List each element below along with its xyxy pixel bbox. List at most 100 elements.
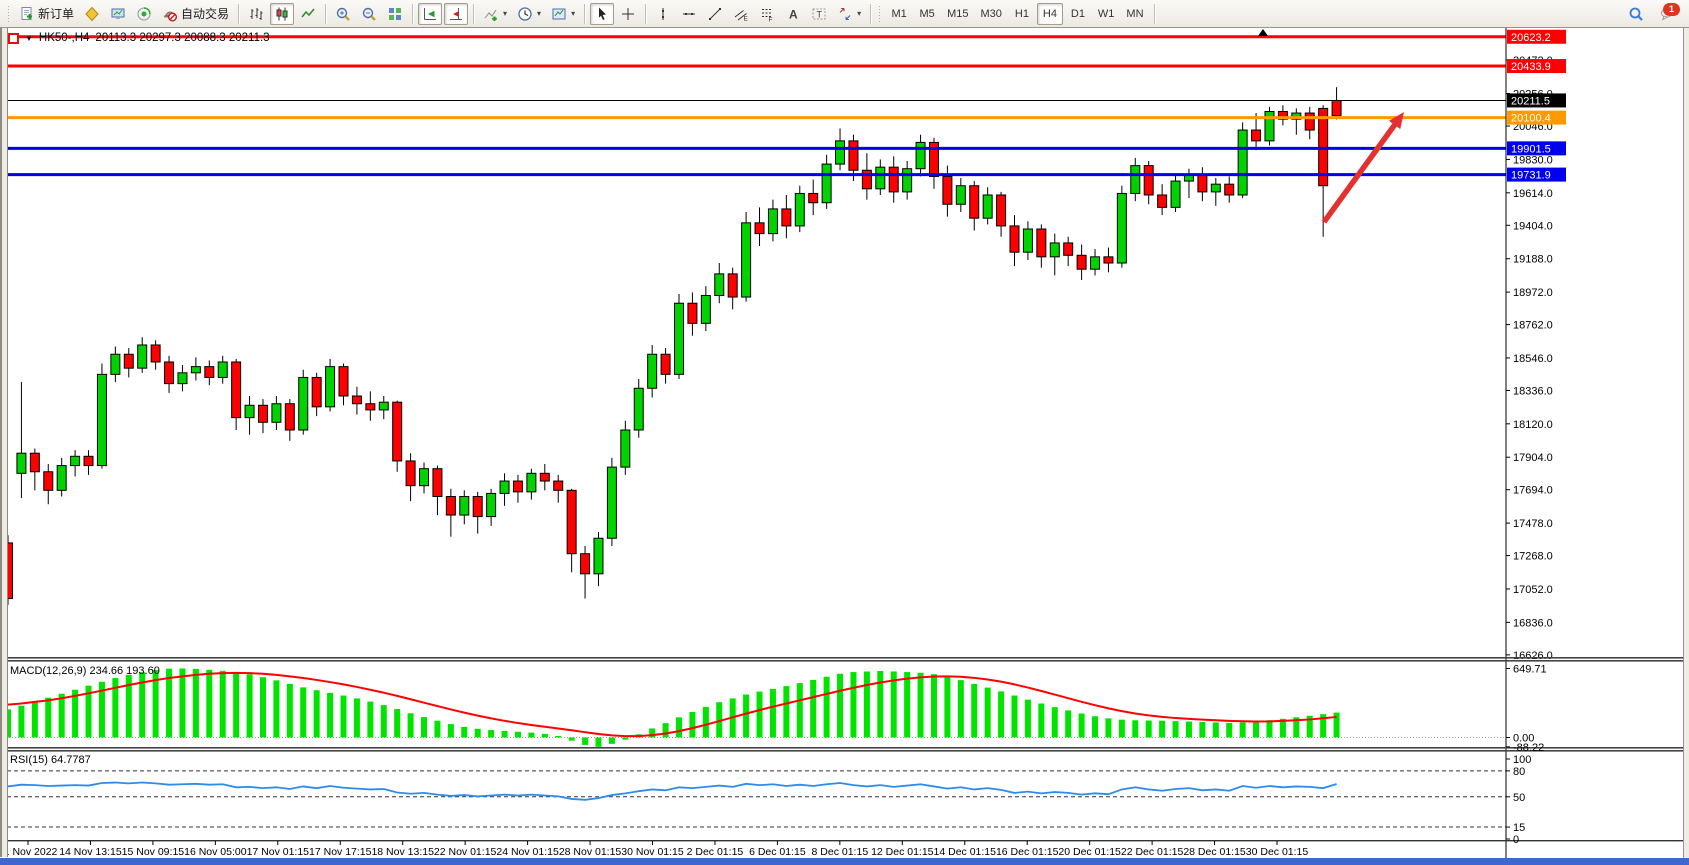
auto-scroll-button[interactable] [418,3,442,25]
candle-body [487,493,496,516]
candle-body [581,554,590,574]
chart-area[interactable]: 20472.020256.020046.019830.019614.019404… [0,28,1689,858]
candle-body [715,274,724,296]
toolbar-group-insert: ▾ ▾ ▾ [478,3,580,25]
cursor-button[interactable] [590,3,614,25]
templates-button[interactable]: ▾ [547,3,579,25]
fibonacci-retracement-button[interactable]: F [755,3,779,25]
pane-separator[interactable] [0,657,1683,659]
candle-body [71,456,80,465]
candle-body [943,176,952,204]
candle-body [701,295,710,323]
terminal-button[interactable] [106,3,130,25]
templates-caret-icon[interactable]: ▾ [571,9,575,18]
pane-separator[interactable] [0,747,1683,749]
tile-windows-button[interactable] [383,3,407,25]
chart-shift-button[interactable] [444,3,468,25]
notifications-button[interactable]: 1 [1656,3,1678,25]
line-chart-button[interactable] [296,3,320,25]
candle-body [1198,175,1207,192]
macd-histogram-bar [569,737,575,740]
candle-body [956,186,965,205]
timeframe-m1-button[interactable]: M1 [886,3,912,25]
macd-tick-label: 649.71 [1513,664,1547,676]
crosshair-button[interactable] [616,3,640,25]
bar-chart-button[interactable] [244,3,268,25]
timeframe-mn-button[interactable]: MN [1121,3,1148,25]
window-splitter[interactable] [0,28,8,857]
arrows-button[interactable]: ▾ [833,3,865,25]
text-button[interactable]: A [781,3,805,25]
macd-histogram-bar [944,677,950,738]
candle-body [1131,166,1140,194]
pane-separator[interactable] [0,750,1683,752]
rsi-tick-label: 100 [1513,754,1531,766]
timeframe-m5-button[interactable]: M5 [914,3,940,25]
macd-histogram-bar [273,680,279,737]
timeframe-m30-button[interactable]: M30 [976,3,1007,25]
candle-body [1265,111,1274,140]
indicators-list-caret-icon[interactable]: ▾ [503,9,507,18]
indicators-list-button[interactable]: ▾ [479,3,511,25]
periods-button[interactable]: ▾ [513,3,545,25]
textA-icon: A [785,6,801,22]
metaeditor-button[interactable] [80,3,104,25]
chart-expander-icon[interactable] [8,33,19,44]
zoom-in-button[interactable] [331,3,355,25]
new-order-button[interactable]: 新订单 [15,3,78,25]
candle-body [393,402,402,461]
candle-body [1144,166,1153,195]
macd-histogram-bar [1105,718,1111,737]
trendline-button[interactable] [703,3,727,25]
indicator-icon [483,6,499,22]
candlestick-chart-button[interactable] [270,3,294,25]
macd-histogram-bar [877,671,883,737]
toolbar-group-timeframes: M1M5M15M30H1H4D1W1MN [885,3,1149,25]
candle-body [111,354,120,374]
periods-caret-icon[interactable]: ▾ [537,9,541,18]
candle-body [1010,226,1019,252]
time-tick-label: 2 Dec 01:15 [687,846,744,858]
macd-histogram-bar [1266,720,1272,737]
candle-body [420,469,429,486]
macd-histogram-bar [448,724,454,737]
timeframe-m15-button[interactable]: M15 [942,3,973,25]
macd-histogram-bar [354,698,360,737]
candles-icon [274,6,290,22]
candle-body [997,195,1006,226]
candle-body [728,274,737,297]
horizontal-line-button[interactable] [677,3,701,25]
arrows-caret-icon[interactable]: ▾ [857,9,861,18]
autotrading-button[interactable]: 自动交易 [158,3,233,25]
timeframe-w1-button[interactable]: W1 [1093,3,1120,25]
price-tick-label: 19188.0 [1513,254,1553,266]
macd-histogram-bar [193,669,199,738]
timeframe-d1-button[interactable]: D1 [1065,3,1091,25]
svg-text:E: E [744,15,749,22]
candle-body [191,367,200,373]
pane-separator[interactable] [0,660,1683,662]
macd-histogram-bar [381,705,387,737]
vertical-line-button[interactable] [651,3,675,25]
macd-histogram-bar [971,684,977,738]
chart-collapse-icon[interactable]: ▼ [25,34,33,43]
time-tick-label: 8 Dec 01:15 [812,846,869,858]
candle-body [809,193,818,202]
text-label-button[interactable]: T [807,3,831,25]
candle-body [299,377,308,430]
macd-histogram-bar [850,672,856,737]
candle-body [44,472,53,491]
rsi-tick-label: 50 [1513,792,1525,804]
zoom-out-button[interactable] [357,3,381,25]
search-button[interactable] [1624,3,1648,25]
strategy-tester-button[interactable] [132,3,156,25]
candle-body [1037,229,1046,257]
timeframe-h4-button[interactable]: H4 [1037,3,1063,25]
timeframe-h1-button[interactable]: H1 [1009,3,1035,25]
macd-histogram-bar [475,729,481,738]
price-badge-label: 20433.9 [1511,61,1551,73]
macd-histogram-bar [1199,722,1205,738]
equidistant-channel-button[interactable]: E [729,3,753,25]
candle-body [567,490,576,553]
tiles-icon [387,6,403,22]
